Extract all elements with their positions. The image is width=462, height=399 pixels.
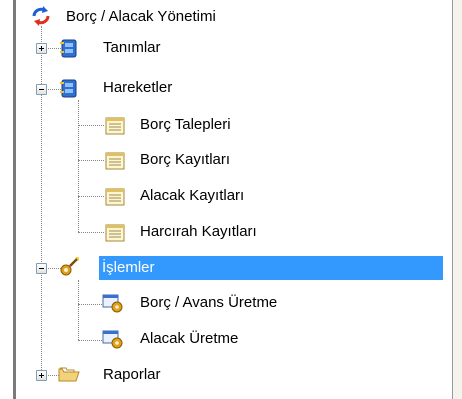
window-gear-icon — [102, 294, 123, 313]
tree-line-islemler — [78, 280, 79, 340]
form-icon — [105, 117, 125, 135]
tree-line — [78, 125, 104, 126]
tree-line-hareketler — [78, 100, 79, 232]
blue-folder-icon — [60, 79, 77, 98]
tree-item-borc-avans-uretme[interactable]: Borç / Avans Üretme — [137, 291, 280, 315]
tree-line-root — [41, 26, 42, 374]
tree-line — [78, 232, 104, 233]
tree-view[interactable]: Borç / Alacak Yönetimi Tanımlar Hareketl… — [0, 0, 452, 399]
window-gear-icon — [102, 330, 123, 349]
form-icon — [105, 224, 125, 242]
open-folder-icon — [58, 367, 80, 382]
tree-line — [78, 160, 104, 161]
tree-item-borc-talepleri[interactable]: Borç Talepleri — [137, 113, 234, 137]
expand-toggle-tanimlar[interactable] — [36, 43, 47, 54]
form-icon — [105, 152, 125, 170]
gear-wand-icon — [60, 257, 79, 276]
blue-folder-icon — [60, 39, 77, 58]
tree-item-raporlar[interactable]: Raporlar — [100, 363, 164, 387]
tree-line — [78, 196, 104, 197]
collapse-toggle-hareketler[interactable] — [36, 84, 47, 95]
tree-item-borc-kayitlari[interactable]: Borç Kayıtları — [137, 148, 233, 172]
tree-line — [78, 340, 102, 341]
tree-line — [78, 304, 102, 305]
tree-root-label[interactable]: Borç / Alacak Yönetimi — [63, 5, 219, 29]
tree-item-islemler[interactable]: İşlemler — [99, 256, 443, 280]
form-icon — [105, 188, 125, 206]
scrollbar-edge[interactable] — [452, 0, 462, 399]
collapse-toggle-islemler[interactable] — [36, 263, 47, 274]
tree-item-alacak-uretme[interactable]: Alacak Üretme — [137, 327, 241, 351]
expand-toggle-raporlar[interactable] — [36, 370, 47, 381]
tree-item-harcirah-kayitlari[interactable]: Harcırah Kayıtları — [137, 220, 260, 244]
tree-item-tanimlar[interactable]: Tanımlar — [100, 36, 164, 60]
tree-item-alacak-kayitlari[interactable]: Alacak Kayıtları — [137, 184, 247, 208]
refresh-arrows-icon — [32, 6, 50, 26]
tree-item-hareketler[interactable]: Hareketler — [100, 76, 175, 100]
